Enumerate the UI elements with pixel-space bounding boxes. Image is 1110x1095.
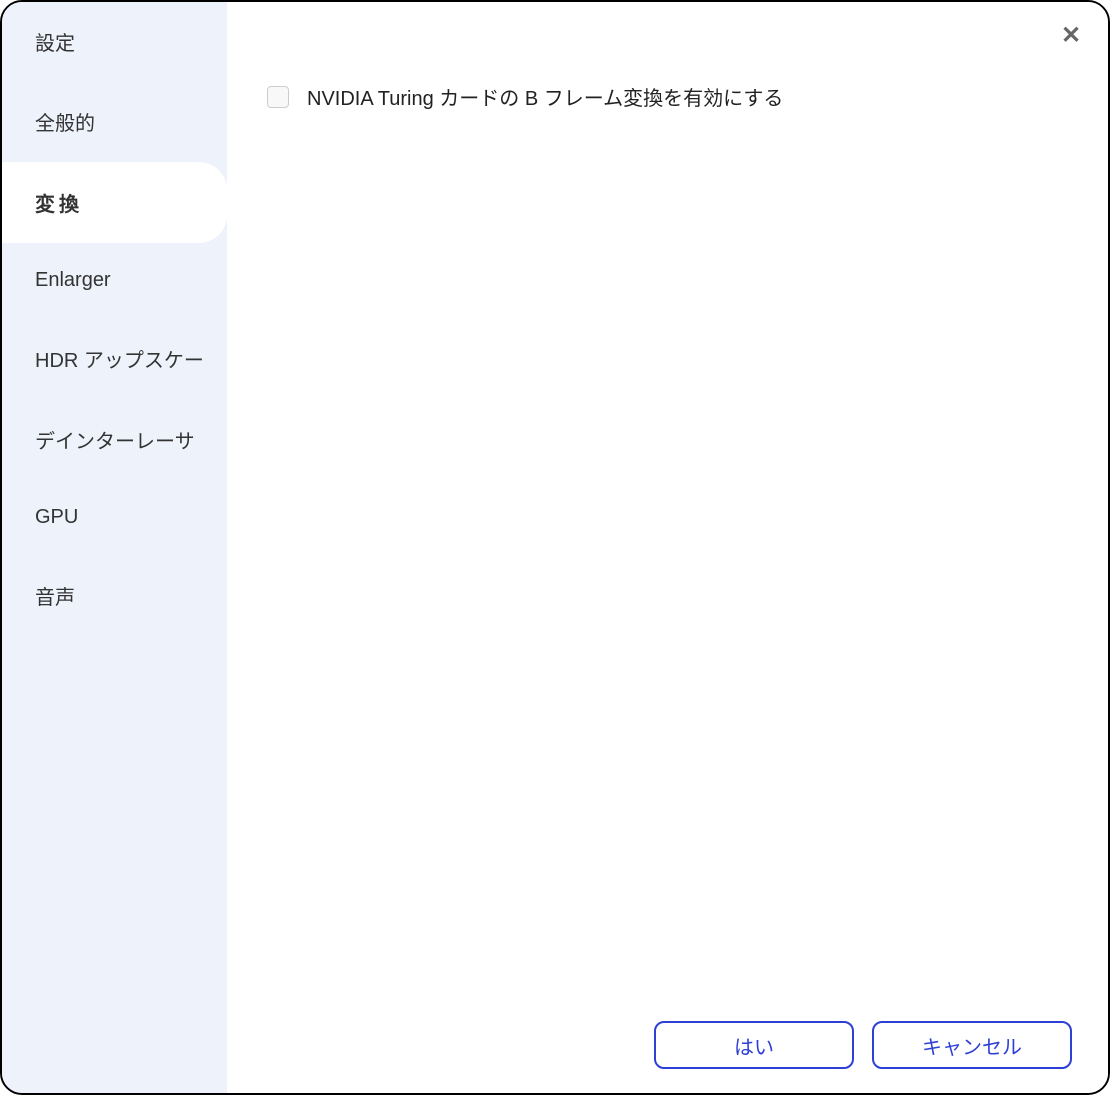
sidebar-item-hdr-upscale[interactable]: HDR アップスケー [2, 318, 227, 399]
sidebar-title: 設定 [2, 2, 227, 81]
sidebar-item-enlarger[interactable]: Enlarger [2, 243, 227, 318]
sidebar-item-audio[interactable]: 音声 [2, 555, 227, 636]
close-button[interactable]: ✕ [1056, 20, 1086, 50]
ok-button-label: はい [734, 1031, 774, 1060]
sidebar-item-label: デインターレーサ [35, 431, 195, 453]
settings-dialog: 設定 全般的 変換 Enlarger HDR アップスケー デインターレーサ G… [0, 0, 1110, 1095]
sidebar-item-label: Enlarger [35, 269, 111, 291]
cancel-button-label: キャンセル [922, 1031, 1022, 1060]
sidebar-item-label: 変換 [35, 194, 83, 216]
cancel-button[interactable]: キャンセル [872, 1021, 1072, 1069]
close-icon: ✕ [1061, 21, 1081, 50]
main-content: ✕ NVIDIA Turing カードの B フレーム変換を有効にする はい キ… [227, 2, 1108, 1093]
checkbox-bframe[interactable] [267, 86, 289, 108]
checkbox-row-bframe: NVIDIA Turing カードの B フレーム変換を有効にする [267, 82, 1068, 111]
sidebar-item-conversion[interactable]: 変換 [2, 162, 227, 243]
sidebar-item-deinterlacer[interactable]: デインターレーサ [2, 399, 227, 480]
checkbox-bframe-label[interactable]: NVIDIA Turing カードの B フレーム変換を有効にする [307, 82, 783, 111]
sidebar-item-label: 全般的 [35, 113, 95, 135]
sidebar-item-gpu[interactable]: GPU [2, 480, 227, 555]
sidebar-item-label: GPU [35, 506, 78, 528]
sidebar-item-general[interactable]: 全般的 [2, 81, 227, 162]
footer-buttons: はい キャンセル [654, 1021, 1072, 1069]
sidebar: 設定 全般的 変換 Enlarger HDR アップスケー デインターレーサ G… [2, 2, 227, 1093]
sidebar-item-label: 音声 [35, 587, 75, 609]
sidebar-item-label: HDR アップスケー [35, 350, 204, 372]
ok-button[interactable]: はい [654, 1021, 854, 1069]
